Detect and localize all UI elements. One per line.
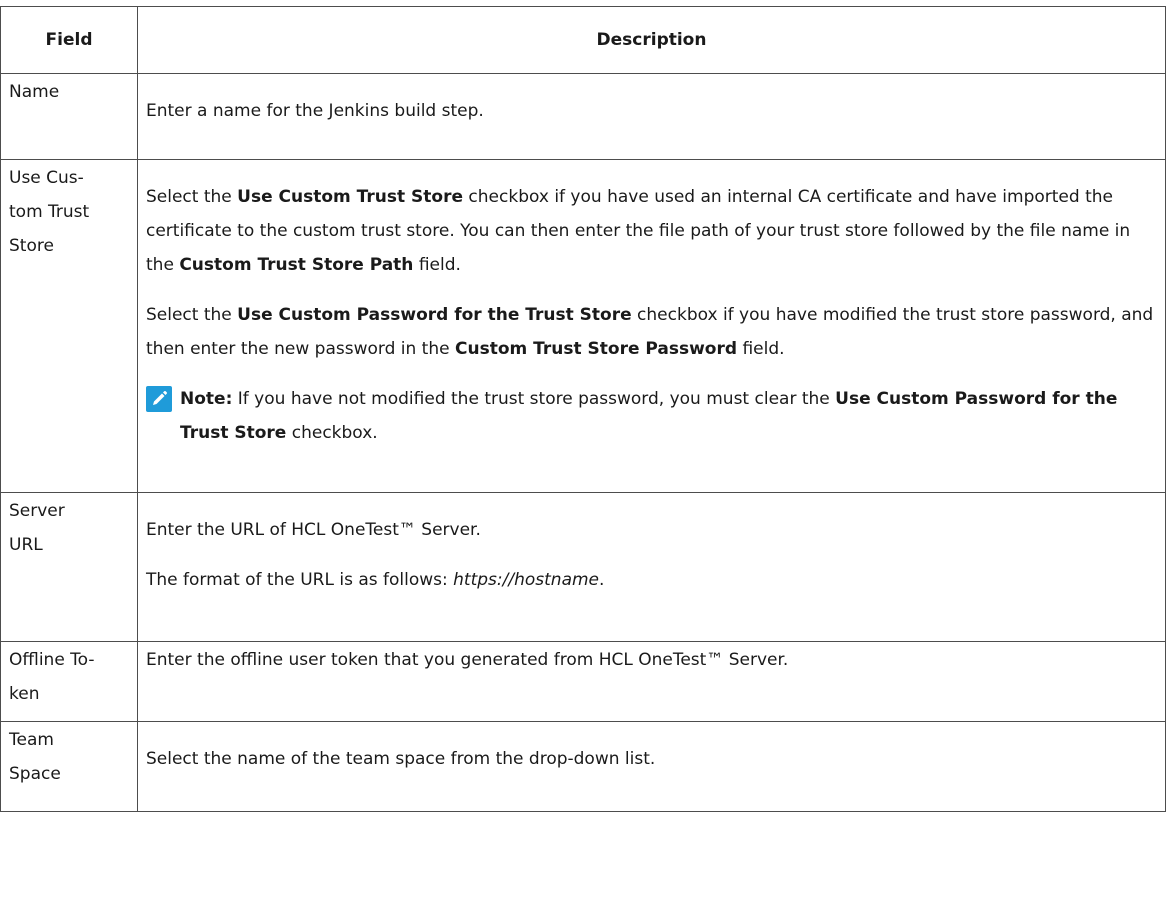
field-trust-store: Use Cus- tom Trust Store [0, 159, 138, 493]
table-header-row: Field Description [0, 6, 1166, 74]
field-server-url: Server URL [0, 492, 138, 642]
header-field: Field [0, 6, 138, 74]
desc-team-space: Select the name of the team space from t… [146, 749, 656, 769]
header-description: Description [137, 6, 1166, 74]
pencil-note-icon [146, 386, 172, 412]
field-team-space: Team Space [0, 721, 138, 812]
field-name: Name [0, 73, 138, 160]
desc-trust-store-p2: Select the Use Custom Password for the T… [146, 305, 1154, 359]
desc-server-url-p2: The format of the URL is as follows: htt… [146, 570, 605, 590]
table-row-team-space: Team Space Select the name of the team s… [0, 721, 1166, 812]
field-description-table: Field Description Name Enter a name for … [0, 6, 1166, 812]
desc-offline-token: Enter the offline user token that you ge… [146, 650, 789, 670]
desc-server-url-p1: Enter the URL of HCL OneTest™ Server. [146, 520, 481, 540]
table-row-offline-token: Offline To- ken Enter the offline user t… [0, 641, 1166, 722]
url-format: https://hostname [453, 570, 600, 590]
desc-name: Enter a name for the Jenkins build step. [146, 101, 484, 121]
field-offline-token: Offline To- ken [0, 641, 138, 722]
note-label: Note: [180, 389, 233, 409]
desc-trust-store-p1: Select the Use Custom Trust Store checkb… [146, 187, 1131, 275]
table-row-name: Name Enter a name for the Jenkins build … [0, 73, 1166, 160]
table-row-trust-store: Use Cus- tom Trust Store Select the Use … [0, 159, 1166, 493]
note-callout: Note: If you have not modified the trust… [146, 382, 1157, 450]
table-row-server-url: Server URL Enter the URL of HCL OneTest™… [0, 492, 1166, 642]
